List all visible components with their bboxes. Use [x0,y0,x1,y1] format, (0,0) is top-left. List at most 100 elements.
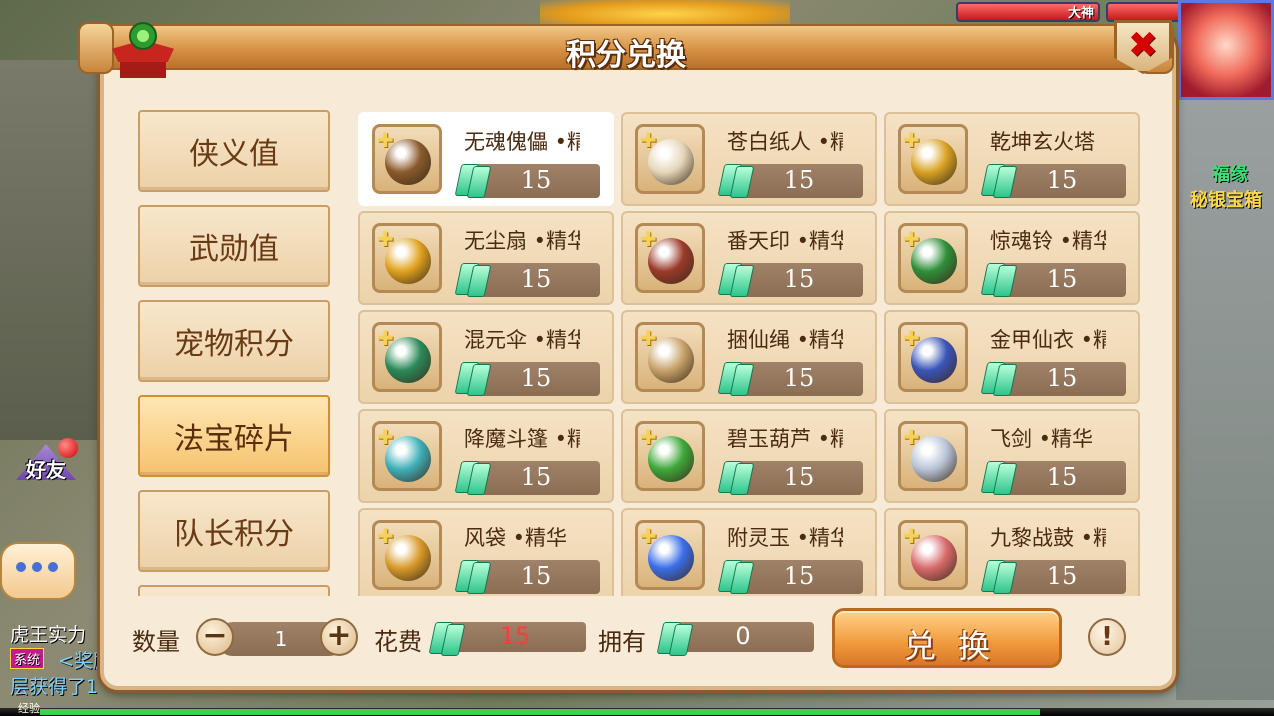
right-label-fortune[interactable]: 福缘 [1212,160,1248,186]
item-price-value: 15 [520,166,552,194]
item-name: 苍白纸人 •精 [727,130,843,154]
item-card[interactable]: ✚ 碧玉葫芦 •精 15 [621,409,877,503]
puzzle-piece-icon: ✚ [377,326,394,350]
puzzle-piece-icon: ✚ [377,227,394,251]
chat-line-1: 虎王实力 [10,624,87,646]
puzzle-piece-icon: ✚ [377,128,394,152]
item-grid: ✚ 无魂傀儡 •精 15 ✚ 苍白纸人 •精 15 ✚ 乾坤玄火塔 15 ✚ 无尘扇 •精华 15 ✚ 番… [358,112,1140,596]
item-icon: ✚ [635,322,705,392]
item-card[interactable]: ✚ 降魔斗篷 •精 15 [358,409,614,503]
item-name: 惊魂铃 •精华 [990,229,1106,253]
item-price: 15 [980,263,1126,297]
item-price-value: 15 [783,364,815,392]
item-name: 风袋 •精华 [464,526,568,550]
item-name: 无尘扇 •精华 [464,229,580,253]
item-price-value: 15 [1046,364,1078,392]
item-name: 金甲仙衣 •精 [990,328,1106,352]
item-card[interactable]: ✚ 金甲仙衣 •精 15 [884,310,1140,404]
item-card[interactable]: ✚ 乾坤玄火塔 15 [884,112,1140,206]
item-icon: ✚ [635,520,705,590]
chat-system-tag: 系统 [10,648,45,669]
bottom-bar: 数量 1 − + 花费 15 拥有 0 兑换 ! [132,606,1142,670]
puzzle-piece-icon: ✚ [903,128,920,152]
puzzle-piece-icon: ✚ [640,326,657,350]
item-icon: ✚ [898,124,968,194]
info-button[interactable]: ! [1088,618,1126,656]
puzzle-piece-icon: ✚ [640,425,657,449]
tab-chivalry[interactable]: 侠义值 [138,110,330,192]
item-price-value: 15 [783,562,815,590]
item-price: 15 [454,164,600,198]
experience-label: 经验 [18,702,40,715]
item-price-value: 15 [520,265,552,293]
item-price-value: 15 [783,265,815,293]
puzzle-piece-icon: ✚ [377,524,394,548]
item-icon: ✚ [372,124,442,194]
owned-gem-icon [656,620,694,656]
item-icon: ✚ [635,421,705,491]
item-name: 乾坤玄火塔 [990,130,1095,154]
puzzle-piece-icon: ✚ [903,326,920,350]
item-icon: ✚ [635,223,705,293]
friend-button[interactable]: 好友 [10,438,82,514]
tab-treasure-fragments[interactable]: 法宝碎片 [138,395,330,477]
puzzle-piece-icon: ✚ [377,425,394,449]
plus-button[interactable]: + [320,618,358,656]
item-price-value: 15 [520,562,552,590]
chat-button[interactable] [0,542,76,600]
item-name: 九黎战鼓 •精 [990,526,1106,550]
item-card[interactable]: ✚ 混元伞 •精华 15 [358,310,614,404]
item-card[interactable]: ✚ 苍白纸人 •精 15 [621,112,877,206]
category-tabs: 侠义值 武勋值 宠物积分 法宝碎片 队长积分 [138,110,330,596]
tab-merit[interactable]: 武勋值 [138,205,330,287]
tab-more[interactable] [138,585,330,596]
item-price-value: 15 [783,463,815,491]
puzzle-piece-icon: ✚ [640,524,657,548]
item-price: 15 [454,263,600,297]
item-card[interactable]: ✚ 九黎战鼓 •精 15 [884,508,1140,596]
item-name: 番天印 •精华 [727,229,843,253]
item-card[interactable]: ✚ 无尘扇 •精华 15 [358,211,614,305]
item-card[interactable]: ✚ 无魂傀儡 •精 15 [358,112,614,206]
item-icon: ✚ [898,421,968,491]
owned-label: 拥有 [598,628,646,656]
cost-value: 15 [499,622,531,650]
owned-field: 0 [672,622,814,652]
item-price: 15 [980,560,1126,594]
tab-captain-points[interactable]: 队长积分 [138,490,330,572]
minus-button[interactable]: − [196,618,234,656]
tab-pet-points[interactable]: 宠物积分 [138,300,330,382]
exchange-button[interactable]: 兑换 [832,608,1062,668]
item-price: 15 [454,362,600,396]
puzzle-piece-icon: ✚ [903,524,920,548]
item-name: 无魂傀儡 •精 [464,130,580,154]
puzzle-piece-icon: ✚ [903,425,920,449]
item-icon: ✚ [372,322,442,392]
scene-left-building [0,60,100,440]
item-price: 15 [454,560,600,594]
item-name: 捆仙绳 •精华 [727,328,843,352]
item-price-value: 15 [1046,463,1078,491]
experience-bar [0,708,1274,716]
item-price: 15 [980,164,1126,198]
title-bar: 积分兑换 [78,22,1174,74]
item-card[interactable]: ✚ 番天印 •精华 15 [621,211,877,305]
close-icon: ✖ [1127,25,1159,66]
item-card[interactable]: ✚ 附灵玉 •精华 15 [621,508,877,596]
item-name: 碧玉葫芦 •精 [727,427,843,451]
item-card[interactable]: ✚ 捆仙绳 •精华 15 [621,310,877,404]
shop-logo-icon [112,22,174,80]
puzzle-piece-icon: ✚ [640,128,657,152]
item-name: 降魔斗篷 •精 [464,427,580,451]
dialog-title: 积分兑换 [566,38,686,73]
item-card[interactable]: ✚ 风袋 •精华 15 [358,508,614,596]
item-icon: ✚ [898,520,968,590]
item-price: 15 [980,362,1126,396]
player-avatar[interactable] [1178,0,1274,100]
item-price: 15 [717,263,863,297]
item-price-value: 15 [1046,562,1078,590]
item-card[interactable]: ✚ 惊魂铃 •精华 15 [884,211,1140,305]
right-label-chest[interactable]: 秘银宝箱 [1190,186,1262,212]
chat-line-3: 层获得了1 [10,676,99,698]
item-card[interactable]: ✚ 飞剑 •精华 15 [884,409,1140,503]
